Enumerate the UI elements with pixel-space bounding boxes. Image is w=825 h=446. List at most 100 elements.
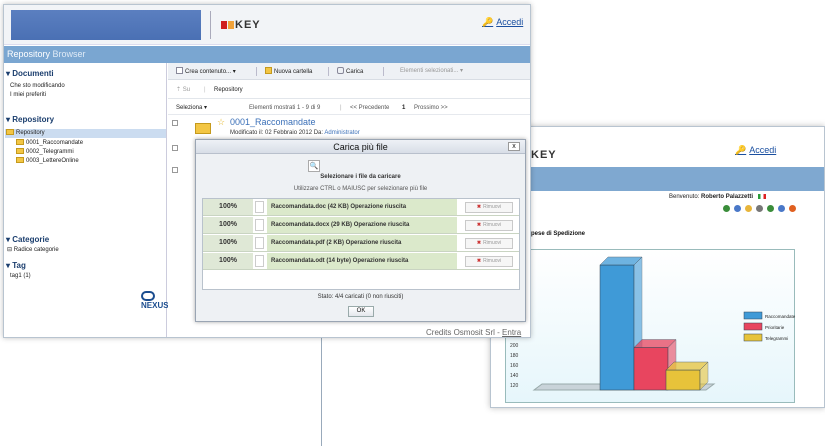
legend-label-telegrammi: Telegrammi xyxy=(765,336,788,341)
prev-page-link[interactable]: << Precedente xyxy=(350,101,389,115)
folder-icon xyxy=(16,148,24,154)
chart-panel: 120140160180200220RaccomandatePrioritari… xyxy=(505,249,796,403)
remove-icon: ✖ xyxy=(476,204,482,210)
tree-root-repository[interactable]: Repository xyxy=(5,129,166,138)
ok-button[interactable]: OK xyxy=(348,306,374,317)
upload-status: Stato: 4/4 caricati (0 non riusciti) xyxy=(317,294,404,300)
sidebar-item-root-categories[interactable]: ⊟ Radice categorie xyxy=(7,246,59,253)
listing-controls: Seleziona ▾ Elementi mostrati 1 - 9 di 9… xyxy=(168,101,530,115)
folder-icon xyxy=(195,123,211,134)
enter-link[interactable]: Entra xyxy=(502,328,521,337)
bar-chart: 120140160180200220RaccomandatePrioritari… xyxy=(510,256,796,391)
app-logo: KEY xyxy=(221,19,261,31)
folder-icon xyxy=(265,67,272,74)
breadcrumb[interactable]: Repository xyxy=(214,82,243,99)
remove-button[interactable]: ✖ Rimuovi xyxy=(465,220,513,231)
row-checkbox[interactable] xyxy=(172,167,178,173)
file-picker-icon[interactable]: 🔍 xyxy=(308,160,320,172)
tree-item-raccomandate[interactable]: 0001_Raccomandate xyxy=(16,139,83,146)
folder-icon[interactable] xyxy=(744,204,752,212)
selected-items-menu[interactable]: Elementi selezionati... ▾ xyxy=(400,67,463,74)
footer-credits: Credits Osmosit Srl - Entra xyxy=(426,328,522,337)
upload-list: 100% Raccomandata.doc (42 KB) Operazione… xyxy=(202,198,520,290)
upload-percent: 100% xyxy=(203,253,253,269)
close-icon[interactable] xyxy=(788,204,796,212)
sidebar-item-favorites[interactable]: I miei preferiti xyxy=(10,92,46,98)
document-icon xyxy=(255,201,264,213)
legend-swatch-telegrammi xyxy=(743,333,763,342)
legend-swatch-raccomandate xyxy=(743,311,763,320)
nexus-logo-icon xyxy=(141,291,155,301)
current-page: 1 xyxy=(402,105,406,111)
create-content-button[interactable]: Crea contenuto... ▾ xyxy=(176,67,236,75)
section-repository[interactable]: ▾ Repository xyxy=(6,115,54,124)
refresh-icon[interactable] xyxy=(723,204,730,212)
key-icon: 🔑 xyxy=(482,17,494,27)
back-logo: KEY xyxy=(531,149,557,161)
tree-item-lettereonline[interactable]: 0003_LettereOnline xyxy=(16,157,79,164)
item-name-link[interactable]: 0001_Raccomandate xyxy=(230,117,316,127)
y-tick-label: 140 xyxy=(510,373,519,379)
section-documents[interactable]: ▾ Documenti xyxy=(6,69,54,78)
sidebar-item-tag1[interactable]: tag1 (1) xyxy=(10,273,31,279)
items-shown-label: Elementi mostrati 1 - 9 di 9 xyxy=(249,105,321,111)
header-banner xyxy=(11,10,201,40)
key-icon: 🔑 xyxy=(735,145,747,155)
select-menu[interactable]: Seleziona ▾ xyxy=(176,101,207,115)
y-tick-label: 160 xyxy=(510,363,519,369)
remove-button[interactable]: ✖ Rimuovi xyxy=(465,238,513,249)
back-user-info: Benvenuto: Roberto Palazzetti xyxy=(491,191,824,203)
remove-button[interactable]: ✖ Rimuovi xyxy=(465,202,513,213)
upload-percent: 100% xyxy=(203,217,253,233)
toolbar-separator xyxy=(256,67,257,76)
app-header: KEY 🔑 Accedi xyxy=(4,5,530,45)
back-title-bar xyxy=(491,167,824,191)
remove-icon: ✖ xyxy=(476,258,482,264)
upload-row: 100% Raccomandata.pdf (2 KB) Operazione … xyxy=(203,235,519,252)
upload-dialog: Carica più file x 🔍 Selezionare i file da… xyxy=(195,139,526,322)
up-button[interactable]: ⇡ Su xyxy=(176,82,190,99)
upload-percent: 100% xyxy=(203,199,253,215)
close-button[interactable]: x xyxy=(508,142,520,151)
section-categories[interactable]: ▾ Categorie xyxy=(6,235,49,244)
favorite-star-icon[interactable]: ☆ xyxy=(217,117,225,128)
legend-label-prioritarie: Prioritarie xyxy=(765,325,785,330)
item-modified-info: Modificato il: 02 Febbraio 2012 Da: Admi… xyxy=(230,130,360,136)
upload-row: 100% Raccomandata.docx (29 KB) Operazion… xyxy=(203,217,519,234)
upload-row: 100% Raccomandata.doc (42 KB) Operazione… xyxy=(203,199,519,216)
connector-line xyxy=(321,338,322,446)
window-subtitle: Browser xyxy=(52,49,86,59)
logo-mark-icon xyxy=(221,21,227,29)
print-icon[interactable] xyxy=(755,204,763,212)
upload-file-status: Raccomandata.doc (42 KB) Operazione rius… xyxy=(267,199,457,215)
row-checkbox[interactable] xyxy=(172,120,178,126)
export-icon[interactable] xyxy=(766,204,774,212)
section-tag[interactable]: ▾ Tag xyxy=(6,261,26,270)
bar-telegrammi xyxy=(665,369,701,391)
next-page-link[interactable]: Prossimo >> xyxy=(414,101,448,115)
select-hint: Utilizzare CTRL o MAIUSC per selezionare… xyxy=(293,186,428,192)
upload-button[interactable]: Carica xyxy=(337,67,363,75)
upload-file-status: Raccomandata.odt (14 byte) Operazione ri… xyxy=(267,253,457,269)
home-icon[interactable] xyxy=(733,204,741,212)
remove-button[interactable]: ✖ Rimuovi xyxy=(465,256,513,267)
back-login-link[interactable]: 🔑 Accedi xyxy=(735,145,776,156)
sidebar-item-editing[interactable]: Che sto modificando xyxy=(10,83,65,89)
document-icon xyxy=(255,237,264,249)
new-folder-button[interactable]: Nuova cartella xyxy=(265,67,312,75)
info-icon[interactable] xyxy=(777,204,785,212)
tree-item-telegrammi[interactable]: 0002_Telegrammi xyxy=(16,148,74,155)
nexus-logo: NEXUS xyxy=(141,291,169,310)
remove-icon: ✖ xyxy=(476,240,482,246)
legend-label-raccomandate: Raccomandate xyxy=(765,314,796,319)
row-checkbox[interactable] xyxy=(172,145,178,151)
folder-icon xyxy=(16,157,24,163)
y-tick-label: 200 xyxy=(510,343,519,349)
main-window: KEY 🔑 Accedi Repository Browser ▾ Documen… xyxy=(3,4,531,338)
modified-by-link[interactable]: Administrator xyxy=(324,130,359,136)
upload-icon xyxy=(337,67,344,74)
sidebar: ▾ Documenti Che sto modificando I miei p… xyxy=(4,63,169,337)
select-files-label[interactable]: Selezionare i file da caricare xyxy=(196,174,525,180)
flag-icon[interactable] xyxy=(757,193,766,199)
login-link[interactable]: 🔑 Accedi xyxy=(482,17,523,28)
